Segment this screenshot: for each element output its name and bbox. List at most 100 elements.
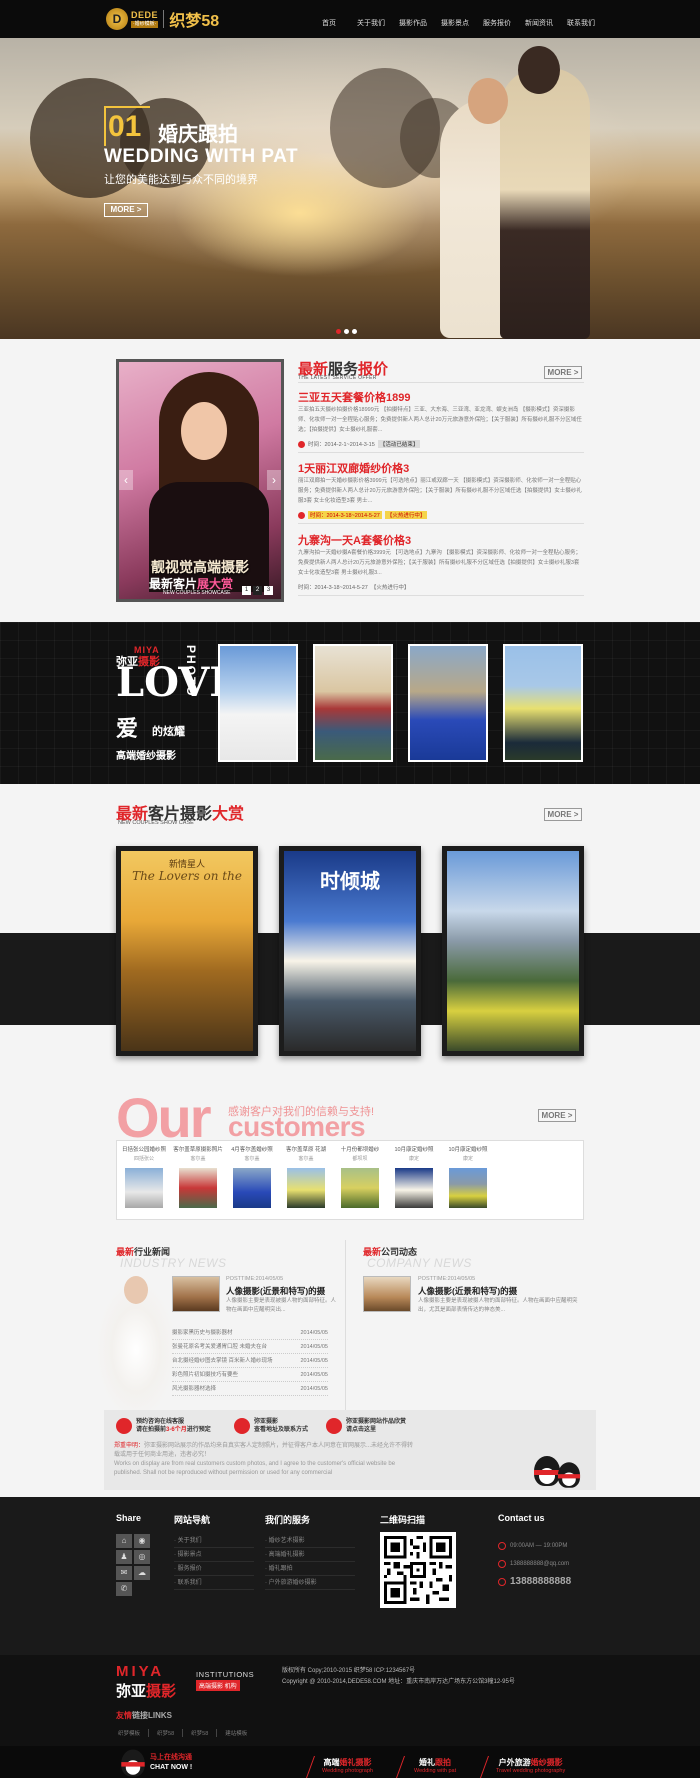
nav-home[interactable]: 首页 (308, 0, 350, 38)
gallery-thumb[interactable] (503, 644, 583, 762)
news-row[interactable]: 风光摄影器材选择 2014/05/05 (172, 1382, 328, 1396)
friend-link[interactable]: 织梦58 (183, 1729, 218, 1737)
contact-item-address[interactable]: 弥亚摄影 查看地址及联系方式 (234, 1418, 308, 1434)
footer-nav-item[interactable]: 摄影景点 (174, 1548, 254, 1562)
nav-contact[interactable]: 联系我们 (560, 0, 602, 38)
company-news-title[interactable]: 人像摄影(近景和特写)的摄 (418, 1285, 517, 1297)
service-item-title[interactable]: 三亚五天套餐价格1899 (298, 389, 410, 405)
news-row[interactable]: 摄影家黑历史与摄影器材 2014/05/05 (172, 1326, 328, 1340)
status-badge: 【火热进行中】 (370, 585, 410, 591)
friend-link[interactable]: 建站模板 (217, 1729, 255, 1737)
contact-item-booking[interactable]: 预约咨询在线客服 请在拍摄前3-6个月进行预定 (116, 1418, 211, 1434)
slider-caption-2a: 最新客片 (149, 577, 198, 591)
customer-card[interactable] (442, 846, 584, 1056)
friend-link[interactable]: 织梦58 (149, 1729, 184, 1737)
service-item-date: 时间：2014-3-18~2014-5-27 【火热进行中】 (298, 511, 428, 519)
industry-news-thumb[interactable] (172, 1276, 220, 1312)
banner-dot-3[interactable] (352, 329, 357, 334)
service-date-text: 时间：2014-2-1~2014-3-15 (308, 442, 375, 448)
penguin-scarf (534, 1470, 560, 1475)
home-icon[interactable]: ⌂ (116, 1534, 132, 1548)
slider-page-1[interactable]: 1 (242, 586, 251, 595)
slider-page-2[interactable]: 2 (253, 586, 262, 595)
news-row[interactable]: 彩色照片初如摄技巧有要些 2014/05/05 (172, 1368, 328, 1382)
company-news-thumb[interactable] (363, 1276, 411, 1312)
customer-col-title: 4月客尔盖婚纱照 (231, 1147, 273, 1153)
model-face (181, 402, 227, 460)
nav-pricing[interactable]: 服务报价 (476, 0, 518, 38)
logo-dede: DEDE ·婚纱模板· (131, 10, 159, 28)
divider (298, 595, 584, 596)
slider-prev-icon[interactable]: ‹ (119, 470, 133, 490)
banner-groom-head (518, 46, 560, 94)
service-item-title[interactable]: 1天丽江双廊婚纱价格3 (298, 460, 409, 476)
message-icon[interactable]: ✆ (116, 1582, 132, 1596)
slider-page-3[interactable]: 3 (264, 586, 273, 595)
chat-icon[interactable]: ✉ (116, 1566, 132, 1580)
footer-service-item[interactable]: 婚礼跟拍 (265, 1562, 355, 1576)
footer-nav-item[interactable]: 联系我们 (174, 1576, 254, 1590)
customer-col-title: 10月康定婚纱照 (448, 1147, 488, 1153)
slider-next-icon[interactable]: › (267, 470, 281, 490)
friend-link[interactable]: 织梦模板 (116, 1729, 150, 1737)
bar-item-wedding-photo[interactable]: 高端婚礼摄影 Wedding photograph (322, 1757, 373, 1774)
footer-service-item[interactable]: 婚纱艺术摄影 (265, 1534, 355, 1548)
copyright-notice: 郑重申明：弥亚摄影网站展示的作品均来自真实客人定制照片，并征得客户本人同意在官网… (114, 1442, 414, 1478)
nav-spots[interactable]: 摄影景点 (434, 0, 476, 38)
divider (298, 452, 584, 453)
site-logo[interactable]: D DEDE ·婚纱模板· 织梦58 (106, 7, 230, 31)
customer-col-title: 10月康定婚纱照 (394, 1147, 434, 1153)
customer-column[interactable]: 十月份都坝婚纱 都坝坝 (335, 1141, 385, 1221)
nav-about[interactable]: 关于我们 (350, 0, 392, 38)
wechat-icon[interactable]: ☁ (134, 1566, 150, 1580)
bar-item-wedding-pat[interactable]: 婚礼跟拍 Wedding with pat (414, 1757, 456, 1774)
bottom-tag: 高端摄影 机构 (196, 1680, 240, 1691)
our-customers-more-button[interactable]: MORE > (538, 1109, 576, 1122)
contact-hours: 09:00AM — 19:00PM (498, 1542, 567, 1550)
customer-card[interactable]: 时倾城 (279, 846, 421, 1056)
bar-item-travel-wedding[interactable]: 户外旅游婚纱摄影 Travel wedding photography (496, 1757, 565, 1774)
news-row[interactable]: 张曼花原名考关爱通胃口腔 未婚夫在台 2014/05/05 (172, 1340, 328, 1354)
customer-col-place: 客尔盖 (298, 1156, 314, 1162)
industry-news-title[interactable]: 人像摄影(近景和特写)的摄 (226, 1285, 325, 1297)
qr-code (380, 1532, 456, 1608)
copyright-line-2: Copyright @ 2010-2014,DEDE58.COM 地址：重庆市南… (282, 1679, 515, 1685)
banner-dot-1[interactable] (336, 329, 341, 334)
customers-more-button[interactable]: MORE > (544, 808, 582, 821)
banner-dot-2[interactable] (344, 329, 349, 334)
footer-service-item[interactable]: 高端婚礼摄影 (265, 1548, 355, 1562)
eye-icon[interactable]: ◉ (134, 1534, 150, 1548)
footer-nav-item[interactable]: 关于我们 (174, 1534, 254, 1548)
services-heading: 我们的服务 (265, 1515, 311, 1525)
contact-email[interactable]: 1388888888@qq.com (498, 1560, 569, 1568)
service-item-title[interactable]: 九寨沟一天A套餐价格3 (298, 532, 411, 548)
news-row[interactable]: 台北摄经婚纱图去掌镜 百米新人婚纱现场 2014/05/05 (172, 1354, 328, 1368)
footer-service-item[interactable]: 户外旅游婚纱摄影 (265, 1576, 355, 1590)
banner-pagination (336, 329, 357, 334)
banner-more-button[interactable]: MORE > (104, 203, 148, 217)
nav-works[interactable]: 摄影作品 (392, 0, 434, 38)
gallery-thumb[interactable] (313, 644, 393, 762)
customer-card[interactable]: 新情星人 The Lovers on the (116, 846, 258, 1056)
contact-phone[interactable]: 13888888888 (498, 1576, 571, 1587)
share-heading: Share (116, 1513, 142, 1523)
customer-col-title: 日括张公园婚纱照 (121, 1147, 166, 1153)
qq-icon[interactable]: ♟ (116, 1550, 132, 1564)
contact-item-works[interactable]: 弥亚摄影网站作品欣赏 请点击这里 (326, 1418, 406, 1434)
nav-news[interactable]: 新闻资讯 (518, 0, 560, 38)
customer-column[interactable]: 10月康定婚纱照 康定 (389, 1141, 439, 1221)
customer-column[interactable]: 4月客尔盖婚纱照 客尔盖 (227, 1141, 277, 1221)
site-nav-heading: 网站导航 (174, 1515, 211, 1525)
customer-column[interactable]: 客尔盖草原摄影照片 客尔盖 (173, 1141, 223, 1221)
gallery-thumb[interactable] (408, 644, 488, 762)
footer-nav-item[interactable]: 服务报价 (174, 1562, 254, 1576)
links-heading-red: 友情 (116, 1711, 132, 1720)
customer-column[interactable]: 10月康定婚纱照 康定 (443, 1141, 493, 1221)
location-pin-icon (326, 1418, 342, 1434)
services-more-button[interactable]: MORE > (544, 366, 582, 379)
customer-column[interactable]: 客尔盖草原 花湖 客尔盖 (281, 1141, 331, 1221)
customer-col-place: 四括张公 (133, 1156, 154, 1162)
gallery-thumb[interactable] (218, 644, 298, 762)
weibo-icon[interactable]: ◎ (134, 1550, 150, 1564)
customer-column[interactable]: 日括张公园婚纱照 四括张公 (119, 1141, 169, 1221)
